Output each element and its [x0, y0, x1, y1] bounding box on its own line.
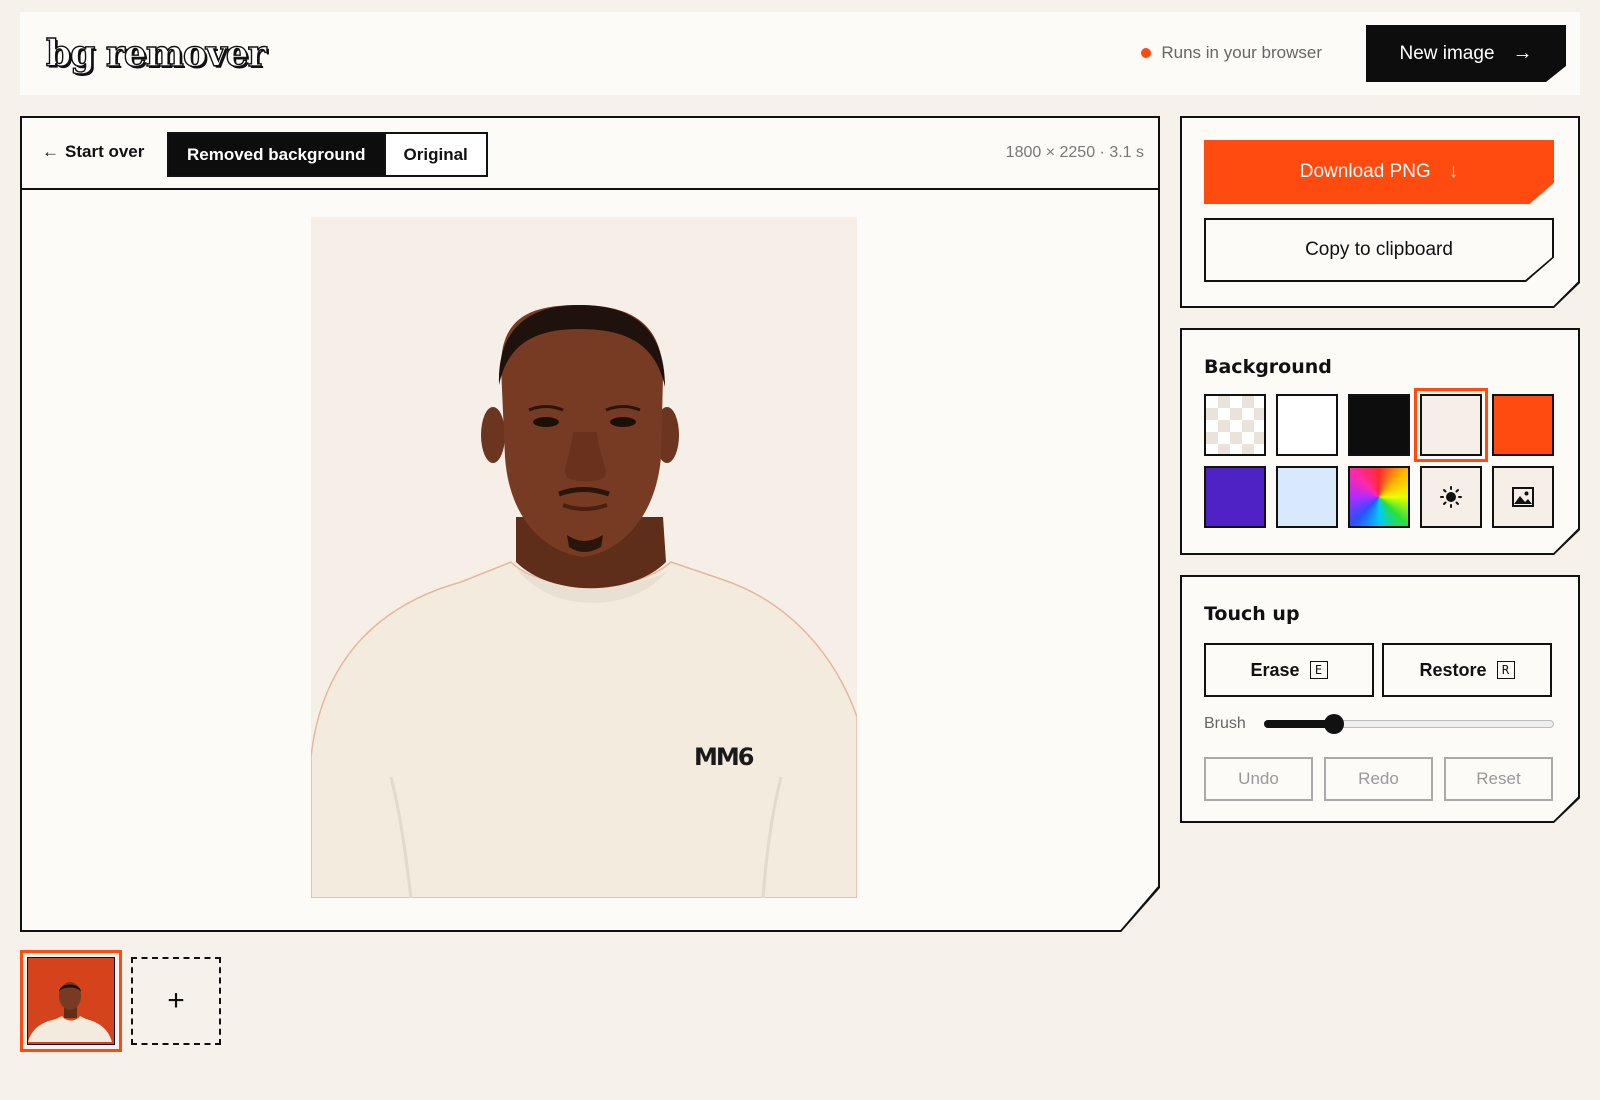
tab-original[interactable]: Original	[383, 134, 486, 175]
svg-text:MM6: MM6	[694, 743, 754, 771]
swatch-rainbow[interactable]	[1348, 466, 1410, 528]
download-arrow-icon: ↓	[1448, 161, 1459, 182]
swatch-orange[interactable]	[1492, 394, 1554, 456]
arrow-left-icon: ←	[42, 142, 59, 161]
editor-panel: ← Start over Removed background Original…	[20, 116, 1160, 932]
editor-toolbar: ← Start over Removed background Original…	[22, 118, 1158, 190]
swatch-transparent[interactable]	[1204, 394, 1266, 456]
view-toggle: Removed background Original	[167, 132, 488, 177]
copy-to-clipboard-button[interactable]: Copy to clipboard	[1204, 218, 1554, 282]
undo-button[interactable]: Undo	[1204, 757, 1313, 801]
touch-up-title: Touch up	[1204, 603, 1300, 625]
new-image-button[interactable]: New image →	[1366, 25, 1566, 82]
background-panel: Background	[1180, 328, 1580, 555]
new-image-label: New image	[1399, 42, 1495, 64]
tab-removed-background[interactable]: Removed background	[169, 134, 384, 175]
app-logo[interactable]: bg remover	[45, 32, 267, 76]
swatch-purple[interactable]	[1204, 466, 1266, 528]
arrow-right-icon: →	[1512, 42, 1533, 64]
start-over-button[interactable]: ← Start over	[42, 142, 144, 162]
add-image-button[interactable]: +	[131, 957, 221, 1045]
touch-up-panel: Touch up Erase E Restore R Brush Undo Re…	[1180, 575, 1580, 823]
brush-size-slider[interactable]	[1264, 714, 1554, 734]
swatch-white[interactable]	[1276, 394, 1338, 456]
swatch-custom-color[interactable]	[1420, 466, 1482, 528]
status-text: Runs in your browser	[1161, 43, 1322, 62]
status-indicator: Runs in your browser	[1141, 43, 1322, 63]
restore-shortcut: R	[1496, 661, 1515, 679]
redo-button[interactable]: Redo	[1324, 757, 1433, 801]
swatch-black[interactable]	[1348, 394, 1410, 456]
restore-label: Restore	[1419, 659, 1487, 680]
download-label: Download PNG	[1299, 161, 1431, 182]
brush-label: Brush	[1204, 715, 1246, 732]
status-dot-icon	[1141, 48, 1152, 58]
image-meta: 1800 × 2250 · 3.1 s	[1005, 144, 1144, 161]
erase-button[interactable]: Erase E	[1204, 643, 1374, 697]
download-png-button[interactable]: Download PNG ↓	[1204, 140, 1554, 204]
erase-shortcut: E	[1309, 661, 1328, 679]
copy-label: Copy to clipboard	[1206, 220, 1552, 280]
export-panel: Download PNG ↓ Copy to clipboard	[1180, 116, 1580, 308]
swatch-custom-image[interactable]	[1492, 466, 1554, 528]
erase-label: Erase	[1250, 659, 1300, 680]
start-over-label: Start over	[65, 142, 145, 161]
sun-icon	[1440, 486, 1462, 508]
restore-button[interactable]: Restore R	[1382, 643, 1552, 697]
swatch-light-blue[interactable]	[1276, 466, 1338, 528]
editor-canvas[interactable]: MM6	[22, 190, 1158, 930]
app-header: bg remover Runs in your browser New imag…	[20, 12, 1580, 95]
image-thumbnail[interactable]	[20, 950, 122, 1052]
subject-photo: MM6	[311, 217, 857, 898]
thumbnail-photo	[27, 957, 115, 1045]
swatch-cream[interactable]	[1414, 388, 1488, 462]
image-icon	[1512, 487, 1534, 507]
slider-handle[interactable]	[1323, 714, 1344, 734]
background-title: Background	[1204, 356, 1332, 378]
background-swatches	[1204, 388, 1554, 528]
reset-button[interactable]: Reset	[1444, 757, 1553, 801]
